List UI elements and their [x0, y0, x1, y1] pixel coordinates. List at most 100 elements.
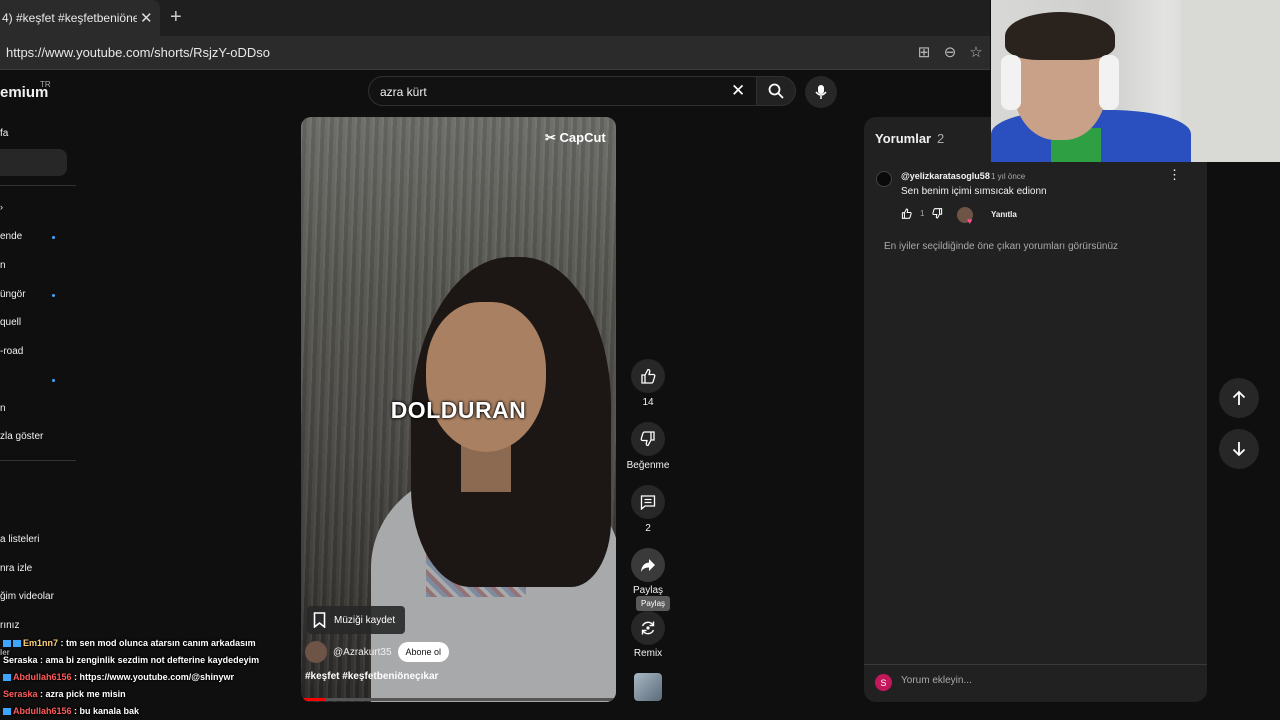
comment-text: Sen benim içimi sımsıcak edionn	[901, 186, 1047, 197]
address-bar[interactable]: https://www.youtube.com/shorts/RsjzY-oDD…	[0, 36, 990, 70]
search-input[interactable]: azra kürt	[380, 85, 427, 99]
sidebar-subscription-4[interactable]: quell	[0, 317, 21, 328]
share-label: Paylaş	[632, 585, 663, 596]
add-comment-input[interactable]: Yorum ekleyin...	[901, 675, 972, 686]
webcam-person-hair	[1005, 12, 1115, 60]
dislike-label: Beğenme	[626, 460, 670, 471]
new-tab-icon[interactable]: +	[170, 6, 182, 29]
chat-message: Seraska : ama bi zenginlik sezdim not de…	[3, 655, 259, 665]
like-count: 14	[642, 397, 654, 408]
clear-search-icon[interactable]: ✕	[731, 81, 745, 101]
sidebar-divider	[0, 460, 76, 461]
url-text[interactable]: https://www.youtube.com/shorts/RsjzY-oDD…	[6, 45, 270, 60]
next-short-button[interactable]	[1219, 429, 1259, 469]
comments-panel: Yorumlar 2 @yelizkaratasoglu58 1 yıl önc…	[864, 117, 1207, 702]
comment-time[interactable]: 1 yıl önce	[991, 172, 1025, 181]
sidebar-subscription-1[interactable]: ende	[0, 231, 22, 242]
live-dot	[52, 379, 55, 382]
share-icon	[641, 559, 655, 572]
sidebar-selected-item[interactable]	[0, 149, 67, 176]
channel-name[interactable]: @Azrakurt35	[333, 647, 392, 658]
video-overlay-text: DOLDURAN	[390, 397, 527, 423]
chat-text: : tm sen mod olunca atarsın canım arkada…	[58, 638, 256, 648]
video-progress-bar[interactable]	[301, 698, 616, 701]
browser-tab-strip: 4) #keşfet #keşfetbeniöneçık ✕ +	[0, 0, 990, 36]
chat-badge-icon	[3, 708, 11, 716]
sidebar-item-liked-videos[interactable]: ğim videolar	[0, 591, 54, 602]
chat-text: : https://www.youtube.com/@shinywr	[71, 672, 234, 682]
more-options-icon[interactable]: ⋮	[1168, 167, 1181, 183]
live-dot	[52, 294, 55, 297]
zoom-out-icon[interactable]: ⊖	[942, 43, 958, 61]
reply-button[interactable]: Yanıtla	[991, 210, 1017, 219]
voice-search-button[interactable]	[805, 76, 837, 108]
chat-badge-icon	[3, 640, 11, 648]
subscribe-button[interactable]: Abone ol	[397, 642, 450, 662]
video-subject-face	[426, 302, 546, 452]
sidebar-item-playlists[interactable]: a listeleri	[0, 534, 39, 545]
live-dot	[52, 236, 55, 239]
comment-author-avatar[interactable]	[876, 171, 892, 187]
shorts-video-player[interactable]: ✂ CapCut DOLDURAN Müziği kaydet @Azrakur…	[301, 117, 616, 702]
video-progress-fill	[301, 698, 327, 701]
favorite-star-icon[interactable]: ☆	[968, 43, 984, 61]
video-hashtags[interactable]: #keşfet #keşfetbeniöneçıkar	[305, 671, 438, 682]
chat-username: Seraska	[3, 689, 38, 699]
sidebar-item-yours[interactable]: rınız	[0, 620, 19, 631]
thumbs-up-icon	[641, 368, 656, 384]
chat-message: Seraska : azra pick me misin	[3, 689, 126, 699]
comment-count: 2	[645, 523, 651, 534]
arrow-down-icon	[1232, 442, 1246, 457]
bookmark-icon	[313, 612, 326, 628]
my-avatar: S	[875, 674, 892, 691]
chat-message: Abdullah6156 : https://www.youtube.com/@…	[3, 672, 234, 682]
previous-short-button[interactable]	[1219, 378, 1259, 418]
headphones-left	[1001, 55, 1021, 110]
chat-username: Abdullah6156	[13, 706, 72, 716]
channel-avatar[interactable]	[305, 641, 327, 663]
chat-text: : bu kanala bak	[71, 706, 140, 716]
comments-footer-divider	[864, 664, 1207, 665]
capcut-watermark: ✂ CapCut	[545, 130, 606, 145]
sidebar-item-home[interactable]: fa	[0, 128, 8, 139]
remix-label: Remix	[633, 648, 663, 659]
remix-button[interactable]	[631, 611, 665, 645]
chat-message: Abdullah6156 : bu kanala bak	[3, 706, 139, 716]
headphones-right	[1099, 55, 1119, 110]
chat-username: Abdullah6156	[13, 672, 72, 682]
comments-sort-note: En iyiler seçildiğinde öne çıkan yorumla…	[884, 241, 1119, 252]
dislike-button[interactable]	[631, 422, 665, 456]
sidebar-item-watch-later[interactable]: nra izle	[0, 563, 32, 574]
comment-like-count: 1	[920, 209, 925, 218]
share-tooltip: Paylaş	[636, 596, 671, 611]
sound-thumbnail[interactable]	[634, 673, 662, 701]
sidebar-divider	[0, 185, 76, 186]
comments-button[interactable]	[631, 485, 665, 519]
tab-title: 4) #keşfet #keşfetbeniöneçık	[2, 11, 137, 25]
comment-like-icon[interactable]	[901, 208, 912, 219]
comments-count: 2	[937, 131, 945, 146]
sidebar-show-more[interactable]: zla göster	[0, 431, 43, 442]
thumbs-down-icon	[640, 431, 655, 447]
sidebar-subscription-6[interactable]: n	[0, 403, 6, 414]
chat-text: : ama bi zenginlik sezdim not defterine …	[37, 655, 260, 665]
chat-username: Em1nn7	[23, 638, 59, 648]
like-button[interactable]	[631, 359, 665, 393]
webcam-overlay	[991, 0, 1280, 162]
stream-chat-overlay: Em1nn7 : tm sen mod olunca atarsın canım…	[0, 635, 300, 720]
webcam-wall	[1181, 0, 1280, 162]
comment-author[interactable]: @yelizkaratasoglu58	[901, 171, 990, 181]
chat-fragment: ler	[0, 648, 10, 657]
browser-tab[interactable]: 4) #keşfet #keşfetbeniöneçık	[0, 0, 160, 36]
save-music-button[interactable]: Müziği kaydet	[307, 606, 405, 634]
share-button[interactable]	[631, 548, 665, 582]
search-button[interactable]	[756, 76, 796, 106]
sidebar-subscription-5[interactable]: -road	[0, 346, 23, 357]
chat-text: : azra pick me misin	[37, 689, 126, 699]
sidebar-chevron-icon[interactable]: ›	[0, 202, 3, 212]
comment-dislike-icon[interactable]	[932, 208, 943, 219]
sidebar-subscription-3[interactable]: üngör	[0, 289, 26, 300]
sidebar-subscription-2[interactable]: n	[0, 260, 6, 271]
close-tab-icon[interactable]: ✕	[140, 9, 153, 27]
apps-icon[interactable]: ⊞	[916, 43, 932, 61]
